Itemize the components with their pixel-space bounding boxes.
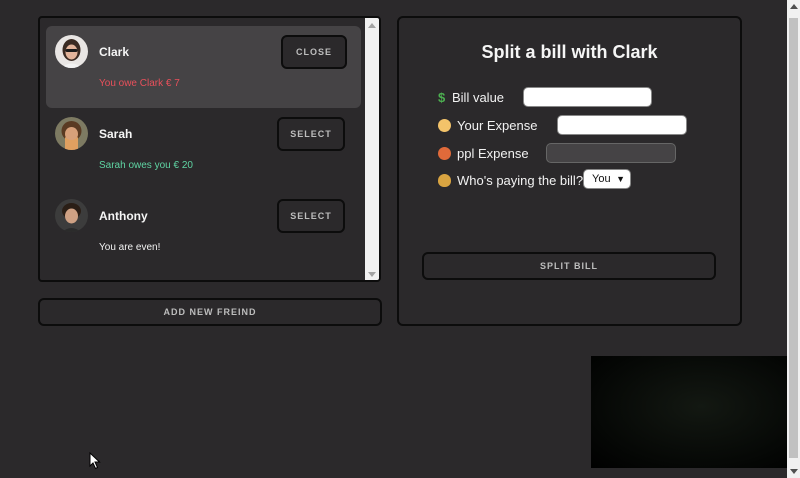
chevron-down-icon: ▼ — [616, 174, 625, 184]
your-expense-label: Your Expense — [457, 117, 538, 133]
dollar-sign-icon: $ — [438, 89, 446, 105]
friend-item-sarah: Sarah Sarah owes you € 20 Select — [46, 108, 361, 190]
payer-selected-value: You — [592, 173, 611, 185]
scroll-up-arrow-icon[interactable] — [368, 23, 376, 28]
friend-expense-row: ppl Expense — [438, 143, 529, 163]
friend-list: Clark You owe Clark € 7 Close Sarah Sara… — [40, 18, 367, 280]
friend-balance-status: Sarah owes you € 20 — [99, 160, 193, 171]
person-raising-hand-icon — [438, 118, 451, 132]
friend-name: Clark — [99, 45, 130, 59]
friend-item-clark: Clark You owe Clark € 7 Close — [46, 26, 361, 108]
money-bag-icon — [438, 173, 451, 187]
add-friend-button[interactable]: Add New Freind — [38, 298, 382, 326]
avatar-sarah — [55, 117, 88, 150]
friends-panel: Clark You owe Clark € 7 Close Sarah Sara… — [38, 16, 381, 282]
your-expense-row: Your Expense — [438, 115, 537, 135]
split-bill-button[interactable]: Split Bill — [422, 252, 716, 280]
split-bill-title: Split a bill with Clark — [481, 42, 658, 62]
avatar-anthony — [55, 199, 88, 232]
friend-list-scrollbar[interactable] — [365, 18, 379, 280]
close-friend-button[interactable]: Close — [281, 35, 347, 69]
page-scroll-up-icon[interactable] — [790, 4, 798, 9]
page-scroll-down-icon[interactable] — [790, 469, 798, 474]
page-scrollbar[interactable] — [787, 0, 800, 478]
friend-expense-label: ppl Expense — [457, 145, 529, 161]
friend-balance-status: You are even! — [99, 242, 161, 253]
bill-value-label: Bill value — [452, 89, 505, 105]
friend-balance-status: You owe Clark € 7 — [99, 78, 180, 89]
payer-label: Who's paying the bill? — [457, 172, 584, 188]
page-scroll-thumb[interactable] — [789, 18, 798, 458]
person-gesturing-no-icon — [438, 146, 451, 160]
avatar-clark — [55, 35, 88, 68]
payer-select[interactable]: You ▼ — [583, 169, 631, 189]
bill-value-input[interactable] — [523, 87, 652, 107]
your-expense-input[interactable] — [557, 115, 687, 135]
friend-name: Sarah — [99, 127, 133, 141]
video-overlay — [591, 356, 791, 468]
friend-name: Anthony — [99, 209, 148, 223]
payer-row: Who's paying the bill? — [438, 170, 583, 190]
select-friend-button[interactable]: Select — [277, 117, 345, 151]
select-friend-button[interactable]: Select — [277, 199, 345, 233]
bill-value-row: $ Bill value — [438, 87, 504, 107]
scroll-down-arrow-icon[interactable] — [368, 272, 376, 277]
mouse-cursor-icon — [89, 452, 101, 470]
friend-expense-input — [546, 143, 676, 163]
friend-item-anthony: Anthony You are even! Select — [46, 190, 361, 272]
